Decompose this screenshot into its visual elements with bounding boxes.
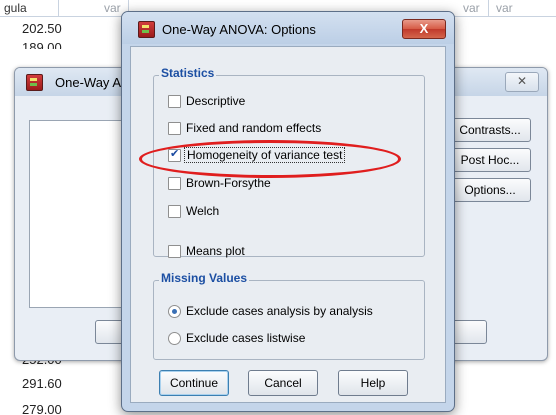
dialog-body: Statistics Descriptive Fixed and random … [130, 46, 446, 403]
spss-app-icon [138, 21, 155, 38]
exclude-listwise-label[interactable]: Exclude cases listwise [186, 331, 305, 345]
options-dialog: One-Way ANOVA: Options X Statistics Desc… [121, 11, 455, 412]
cancel-button[interactable]: Cancel [248, 370, 318, 396]
post-hoc-button[interactable]: Post Hoc... [449, 148, 531, 172]
missing-values-group-label: Missing Values [159, 271, 250, 285]
missing-values-group [153, 280, 425, 360]
grid-cell[interactable]: 291.60 [22, 376, 62, 391]
highlight-ellipse [139, 140, 401, 178]
help-button[interactable]: Help [338, 370, 408, 396]
contrasts-button[interactable]: Contrasts... [449, 118, 531, 142]
column-header[interactable]: var [463, 0, 480, 16]
continue-button[interactable]: Continue [159, 370, 229, 396]
descriptive-checkbox[interactable] [168, 95, 181, 108]
close-icon[interactable]: ✕ [505, 72, 539, 92]
grid-cell[interactable]: 279.00 [22, 402, 62, 415]
means-plot-checkbox[interactable] [168, 245, 181, 258]
descriptive-label[interactable]: Descriptive [186, 94, 245, 108]
column-header[interactable]: gula [4, 0, 27, 16]
dialog-title-bar[interactable]: One-Way ANOVA: Options X [122, 12, 454, 44]
spss-app-icon [26, 74, 43, 91]
close-icon[interactable]: X [402, 19, 446, 39]
dialog-title: One-Way ANOVA: Options [162, 22, 316, 37]
exclude-analysis-radio[interactable] [168, 305, 181, 318]
brown-forsythe-label[interactable]: Brown-Forsythe [186, 176, 271, 190]
welch-checkbox[interactable] [168, 205, 181, 218]
brown-forsythe-checkbox[interactable] [168, 177, 181, 190]
welch-label[interactable]: Welch [186, 204, 219, 218]
grid-cell[interactable]: 202.50 [22, 21, 62, 36]
options-button[interactable]: Options... [449, 178, 531, 202]
column-header[interactable]: var [496, 0, 513, 16]
grid-cell[interactable]: 189.00 [22, 40, 62, 49]
means-plot-label[interactable]: Means plot [186, 244, 245, 258]
fixed-random-effects-label[interactable]: Fixed and random effects [186, 121, 321, 135]
column-header[interactable]: var [104, 0, 121, 16]
exclude-listwise-radio[interactable] [168, 332, 181, 345]
statistics-group-label: Statistics [159, 66, 217, 80]
fixed-random-effects-checkbox[interactable] [168, 122, 181, 135]
exclude-analysis-label[interactable]: Exclude cases analysis by analysis [186, 304, 373, 318]
